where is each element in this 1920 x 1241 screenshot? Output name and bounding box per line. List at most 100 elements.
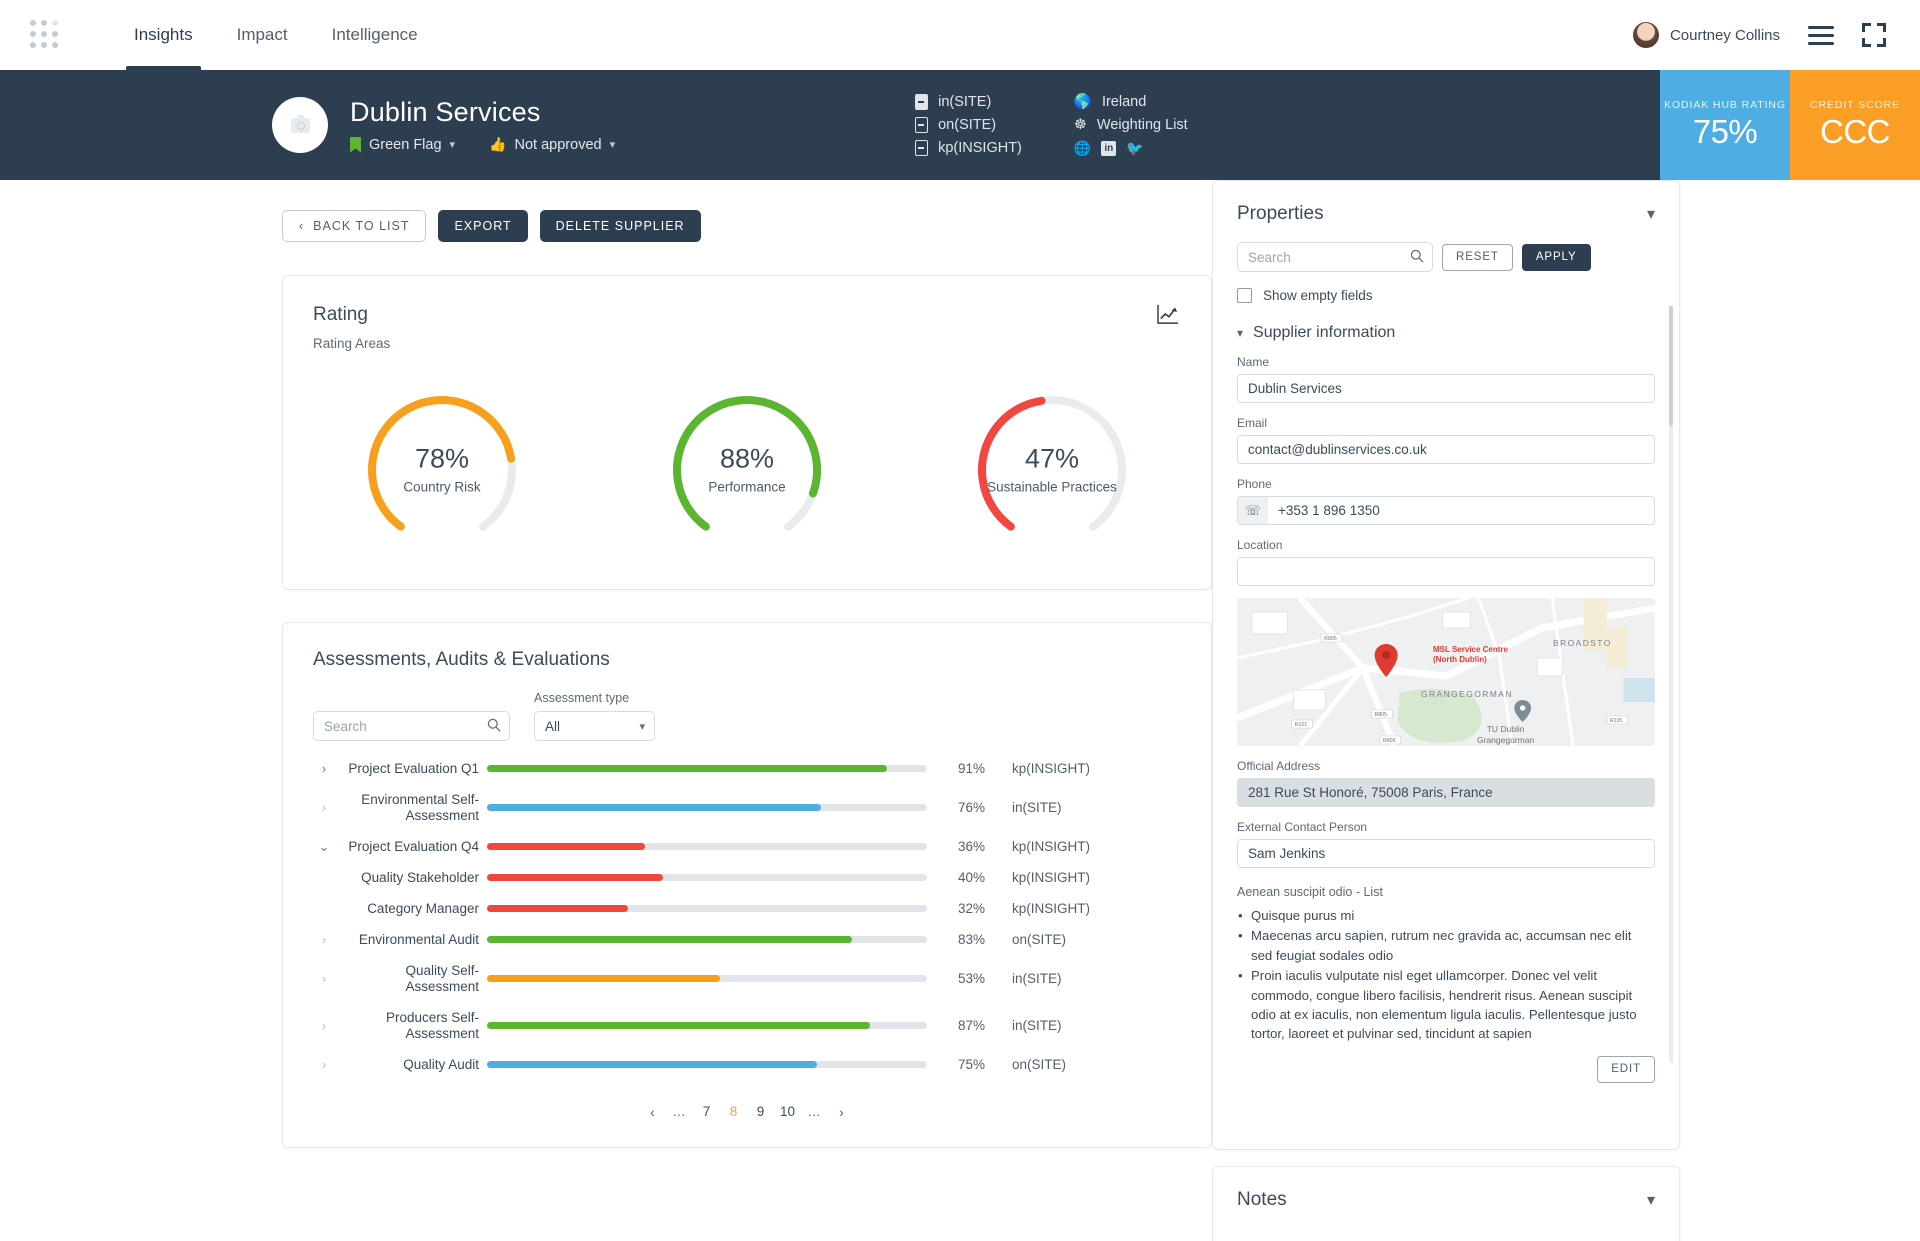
document-link-onsite[interactable]: on(SITE) [915, 117, 1022, 133]
assessment-row[interactable]: › Project Evaluation Q1 91% kp(INSIGHT) [313, 753, 1181, 784]
email-input[interactable]: contact@dublinservices.co.uk [1237, 435, 1655, 464]
back-to-list-button[interactable]: ‹ BACK TO LIST [282, 210, 427, 242]
export-label: EXPORT [454, 219, 512, 233]
rating-gauges: 78% Country Risk 88% Performance 47% Sustaina… [313, 385, 1181, 555]
twitter-icon[interactable]: 🐦 [1126, 140, 1143, 157]
map-pin-label-line2: (North Dublin) [1433, 655, 1487, 664]
progress-fill [487, 936, 853, 943]
assessment-row[interactable]: Category Manager 32% kp(INSIGHT) [313, 893, 1181, 924]
assessment-name: Producers Self- Assessment [385, 1009, 479, 1041]
gauge-text: 88% Performance [655, 444, 840, 497]
apply-button[interactable]: APPLY [1521, 243, 1591, 271]
field-name: Name Dublin Services [1237, 355, 1655, 403]
panel-scrollbar-track[interactable] [1669, 306, 1673, 1063]
list-item: Proin iaculis vulputate nisl eget ullamc… [1238, 966, 1655, 1044]
assessment-row[interactable]: ⌄ Project Evaluation Q4 36% kp(INSIGHT) [313, 831, 1181, 862]
pagination-page-8[interactable]: 8 [720, 1098, 747, 1125]
reset-button[interactable]: RESET [1442, 243, 1513, 271]
properties-search-input[interactable] [1237, 242, 1433, 272]
chevron-down-icon[interactable]: ▾ [1647, 1190, 1655, 1210]
assessment-row[interactable]: › Environmental Self- Assessment 76% in(SITE… [313, 784, 1181, 831]
assessment-row[interactable]: › Environmental Audit 83% on(SITE) [313, 924, 1181, 955]
panel-scrollbar-thumb[interactable] [1669, 306, 1673, 426]
document-link-kpinsight[interactable]: kp(INSIGHT) [915, 140, 1022, 156]
nav-right-cluster: Courtney Collins [1632, 22, 1886, 48]
row-expand-chevron-icon[interactable]: › [313, 1018, 335, 1033]
notes-title: Notes [1237, 1189, 1287, 1210]
pagination-page-7[interactable]: 7 [693, 1098, 720, 1125]
name-input[interactable]: Dublin Services [1237, 374, 1655, 403]
user-menu[interactable]: Courtney Collins [1632, 22, 1780, 48]
assessment-row[interactable]: › Quality Audit 75% on(SITE) [313, 1049, 1181, 1080]
custom-list: Quisque purus miMaecenas arcu sapien, ru… [1237, 906, 1655, 1044]
pagination-page-9[interactable]: 9 [747, 1098, 774, 1125]
linkedin-icon[interactable]: in [1101, 141, 1117, 156]
pagination-page-10[interactable]: 10 [774, 1098, 801, 1125]
map-area-label-grangegorman: GRANGEGORMAN [1421, 689, 1513, 699]
location-input[interactable] [1237, 557, 1655, 586]
app-launcher-icon[interactable] [30, 20, 60, 50]
hamburger-menu-icon[interactable] [1808, 25, 1834, 45]
edit-button[interactable]: EDIT [1597, 1055, 1655, 1083]
row-expand-chevron-icon[interactable]: ⌄ [313, 839, 335, 855]
row-expand-chevron-icon[interactable]: › [313, 1057, 335, 1072]
phone-input: +353 1 896 1350 [1278, 503, 1380, 518]
edit-row: EDIT [1237, 1055, 1655, 1083]
weighting-row[interactable]: ☸ Weighting List [1074, 117, 1188, 133]
progress-track [487, 804, 927, 811]
field-phone: Phone ☏ +353 1 896 1350 [1237, 477, 1655, 525]
official-address-label: Official Address [1237, 759, 1321, 773]
assessment-source: kp(INSIGHT) [1012, 901, 1091, 916]
document-link-insite[interactable]: in(SITE) [915, 94, 1022, 110]
search-input[interactable] [313, 711, 510, 741]
assessment-percent: 36% [957, 839, 985, 854]
flag-status-dropdown[interactable]: Green Flag ▾ [350, 136, 455, 153]
show-empty-fields-checkbox[interactable] [1237, 288, 1252, 303]
globe-icon: 🌎 [1073, 94, 1092, 110]
svg-text:R101: R101 [1295, 722, 1308, 728]
pagination: ‹… 7 8 9 10… › [313, 1098, 1181, 1125]
chevron-down-icon: ▾ [1237, 326, 1244, 340]
supplier-information-group-header[interactable]: ▾ Supplier information [1237, 324, 1655, 342]
row-expand-chevron-icon[interactable]: › [313, 800, 335, 815]
fullscreen-icon[interactable] [1862, 23, 1886, 47]
phone-input-wrap[interactable]: ☏ +353 1 896 1350 [1237, 496, 1655, 525]
website-icon[interactable]: 🌐 [1074, 140, 1091, 157]
row-expand-chevron-icon[interactable]: › [313, 971, 335, 986]
supplier-photo-placeholder[interactable] [272, 97, 328, 153]
map-poi-label: TU Dublin Grangegorman [1477, 724, 1534, 745]
row-expand-chevron-icon[interactable]: › [313, 761, 335, 776]
progress-track [487, 1022, 927, 1029]
assessment-source: kp(INSIGHT) [1012, 870, 1091, 885]
external-contact-input[interactable]: Sam Jenkins [1237, 839, 1655, 868]
pagination-ellipsis[interactable]: … [801, 1098, 828, 1125]
location-map[interactable]: R805 R101 R805 R806 R135 MSL Service Cen… [1237, 598, 1655, 746]
apply-label: APPLY [1535, 251, 1577, 263]
delete-supplier-button[interactable]: DELETE SUPPLIER [539, 210, 701, 242]
assessment-source: kp(INSIGHT) [1012, 761, 1091, 776]
row-expand-chevron-icon[interactable]: › [313, 932, 335, 947]
field-name-label: Name [1237, 355, 1270, 369]
approval-status-dropdown[interactable]: 👍 Not approved ▾ [489, 136, 615, 153]
tab-impact[interactable]: Impact [215, 0, 310, 70]
score-badges: KODIAK HUB RATING 75% CREDIT SCORE CCC [1660, 70, 1920, 180]
pagination-prev[interactable]: ‹ [639, 1098, 666, 1125]
pagination-ellipsis[interactable]: … [666, 1098, 693, 1125]
assessment-source: on(SITE) [1012, 1057, 1067, 1072]
flag-icon [350, 136, 361, 153]
assessment-type-select[interactable]: All [534, 711, 655, 741]
export-button[interactable]: EXPORT [438, 210, 528, 242]
assessment-row[interactable]: Quality Stakeholder 40% kp(INSIGHT) [313, 862, 1181, 893]
pagination-next[interactable]: › [828, 1098, 855, 1125]
assessment-row[interactable]: › Quality Self- Assessment 53% in(SITE) [313, 955, 1181, 1002]
notes-header[interactable]: Notes ▾ [1237, 1189, 1655, 1211]
map-pin-label-line1: MSL Service Centre [1433, 645, 1508, 654]
tab-insights[interactable]: Insights [112, 0, 215, 70]
chevron-down-icon[interactable]: ▾ [1647, 204, 1655, 224]
credit-score-badge: CREDIT SCORE CCC [1790, 70, 1920, 180]
trend-chart-icon[interactable] [1157, 304, 1179, 324]
tab-intelligence[interactable]: Intelligence [310, 0, 440, 70]
assessment-row[interactable]: › Producers Self- Assessment 87% in(SITE) [313, 1002, 1181, 1049]
delete-supplier-label: DELETE SUPPLIER [555, 219, 685, 233]
phone-icon: ☏ [1238, 497, 1268, 524]
